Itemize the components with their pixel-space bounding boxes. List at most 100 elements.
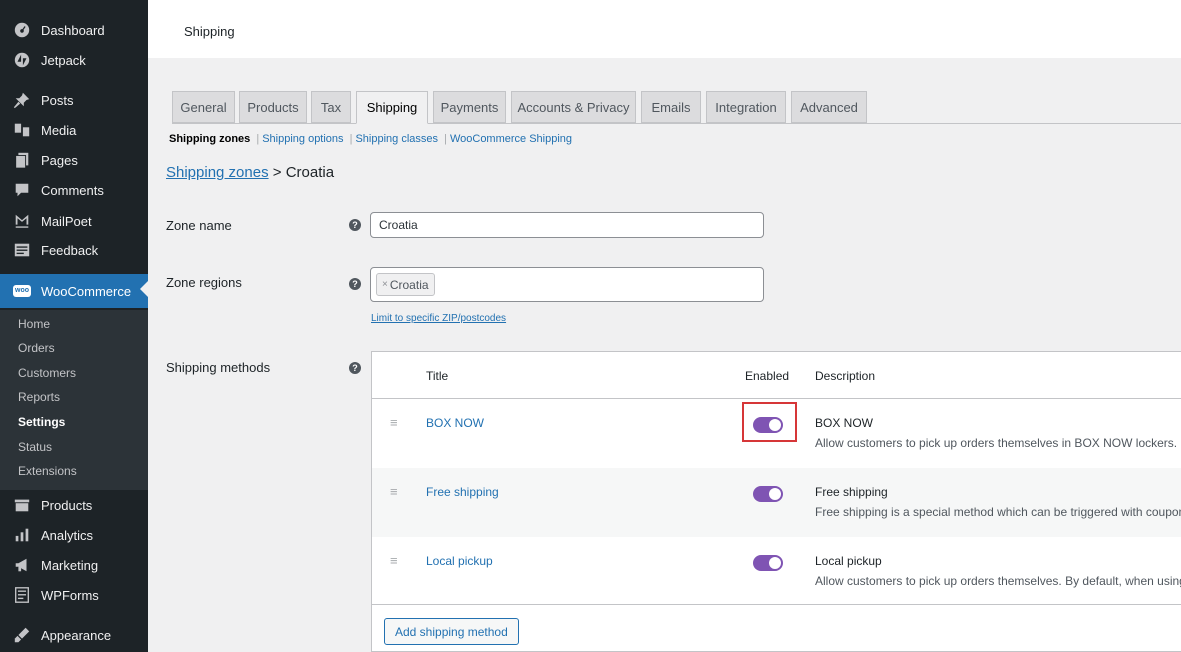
sidebar-item-products[interactable]: Products xyxy=(0,490,148,520)
drag-handle-icon[interactable]: ≡ xyxy=(390,484,402,499)
limit-postcodes-link[interactable]: Limit to specific ZIP/postcodes xyxy=(371,313,506,324)
tab-accounts-privacy[interactable]: Accounts & Privacy xyxy=(511,91,636,123)
page-title: Shipping xyxy=(184,24,235,39)
method-description-text: Free shipping is a special method which … xyxy=(815,505,1181,519)
tab-advanced[interactable]: Advanced xyxy=(791,91,867,123)
sidebar-item-label: Products xyxy=(41,497,93,513)
shipping-subnav: Shipping zones | Shipping options | Shippi… xyxy=(169,133,572,145)
admin-sidebar: Dashboard Jetpack Posts Media Pages Comm… xyxy=(0,0,148,652)
jetpack-icon xyxy=(11,51,33,69)
tab-tax[interactable]: Tax xyxy=(311,91,351,123)
method-title-link[interactable]: Free shipping xyxy=(426,485,499,499)
subnav-shipping-options[interactable]: Shipping options xyxy=(262,133,343,145)
woocommerce-icon-text: woo xyxy=(13,285,31,297)
media-icon xyxy=(11,121,33,139)
sidebar-item-label: MailPoet xyxy=(41,213,92,229)
sidebar-item-label: Jetpack xyxy=(41,52,86,68)
sidebar-item-label: Media xyxy=(41,122,77,138)
tab-products[interactable]: Products xyxy=(239,91,307,123)
submenu-item-orders[interactable]: Orders xyxy=(18,341,55,355)
column-header-description: Description xyxy=(815,369,876,383)
column-header-title: Title xyxy=(426,369,449,383)
breadcrumb-current: Croatia xyxy=(285,164,335,181)
submenu-item-home[interactable]: Home xyxy=(18,317,50,331)
subnav-woocommerce-shipping[interactable]: WooCommerce Shipping xyxy=(450,133,572,145)
method-title-link[interactable]: Local pickup xyxy=(426,554,493,568)
products-icon xyxy=(11,496,33,514)
submenu-item-reports[interactable]: Reports xyxy=(18,390,60,404)
submenu-item-settings[interactable]: Settings xyxy=(18,415,65,429)
submenu-item-customers[interactable]: Customers xyxy=(18,366,76,380)
help-icon[interactable]: ? xyxy=(349,219,361,231)
mailpoet-icon xyxy=(11,212,33,230)
remove-icon[interactable]: × xyxy=(382,279,388,290)
help-icon[interactable]: ? xyxy=(349,362,361,374)
method-description-text: Allow customers to pick up orders themse… xyxy=(815,574,1181,588)
sidebar-item-feedback[interactable]: Feedback xyxy=(0,235,148,265)
sidebar-item-appearance[interactable]: Appearance xyxy=(0,620,148,650)
subnav-separator: | xyxy=(349,133,353,145)
sidebar-item-analytics[interactable]: Analytics xyxy=(0,520,148,550)
tab-shipping[interactable]: Shipping xyxy=(356,91,428,124)
wpforms-icon xyxy=(11,586,33,604)
zone-regions-select[interactable]: × Croatia xyxy=(370,267,764,302)
method-description-text: Allow customers to pick up orders themse… xyxy=(815,436,1178,450)
column-header-enabled: Enabled xyxy=(745,369,790,383)
sidebar-item-label: Posts xyxy=(41,92,74,108)
method-description-title: BOX NOW xyxy=(815,416,874,430)
zone-name-input[interactable] xyxy=(370,212,764,238)
sidebar-item-label: Dashboard xyxy=(41,22,105,38)
sidebar-item-media[interactable]: Media xyxy=(0,115,148,145)
zone-name-label: Zone name xyxy=(166,218,232,233)
sidebar-item-wpforms[interactable]: WPForms xyxy=(0,580,148,610)
enabled-toggle[interactable] xyxy=(753,555,783,571)
breadcrumb-shipping-zones-link[interactable]: Shipping zones xyxy=(166,164,269,181)
sidebar-item-label: WooCommerce xyxy=(41,283,132,299)
sidebar-item-mailpoet[interactable]: MailPoet xyxy=(0,206,148,236)
table-row: ≡ Local pickup Local pickup Allow custom… xyxy=(372,537,1181,606)
subnav-separator: | xyxy=(444,133,447,145)
sidebar-item-label: Appearance xyxy=(41,627,112,643)
shipping-methods-table: Title Enabled Description ≡ BOX NOW BOX … xyxy=(371,351,1181,652)
footer-divider xyxy=(372,604,1181,605)
dashboard-icon xyxy=(11,21,33,39)
method-description-title: Local pickup xyxy=(815,554,882,568)
settings-tabs: General Products Tax Shipping Payments A… xyxy=(172,91,1181,124)
enabled-toggle[interactable] xyxy=(753,486,783,502)
tab-integration[interactable]: Integration xyxy=(706,91,786,123)
breadcrumb-separator: > xyxy=(272,164,282,181)
region-chip-label: Croatia xyxy=(389,277,429,292)
sidebar-item-label: Comments xyxy=(41,182,104,198)
analytics-icon xyxy=(11,526,33,544)
drag-handle-icon[interactable]: ≡ xyxy=(390,553,402,568)
help-icon[interactable]: ? xyxy=(349,278,361,290)
sidebar-item-dashboard[interactable]: Dashboard xyxy=(0,15,148,45)
subnav-shipping-classes[interactable]: Shipping classes xyxy=(355,133,438,145)
subnav-separator: | xyxy=(256,133,260,145)
add-shipping-method-button[interactable]: Add shipping method xyxy=(384,618,519,645)
zone-regions-label: Zone regions xyxy=(166,275,242,290)
shipping-methods-label: Shipping methods xyxy=(166,360,271,375)
sidebar-item-label: WPForms xyxy=(41,587,99,603)
page-header: Shipping xyxy=(148,0,1181,58)
sidebar-item-label: Feedback xyxy=(41,242,99,258)
submenu-item-extensions[interactable]: Extensions xyxy=(18,464,77,478)
sidebar-item-marketing[interactable]: Marketing xyxy=(0,550,148,580)
subnav-shipping-zones[interactable]: Shipping zones xyxy=(169,133,250,145)
marketing-icon xyxy=(11,556,33,574)
method-title-link[interactable]: BOX NOW xyxy=(426,416,484,430)
sidebar-item-jetpack[interactable]: Jetpack xyxy=(0,45,148,75)
submenu-item-status[interactable]: Status xyxy=(18,440,52,454)
tab-emails[interactable]: Emails xyxy=(641,91,701,123)
highlight-box xyxy=(742,402,797,442)
drag-handle-icon[interactable]: ≡ xyxy=(390,415,402,430)
tab-payments[interactable]: Payments xyxy=(433,91,506,123)
sidebar-item-comments[interactable]: Comments xyxy=(0,175,148,205)
sidebar-item-pages[interactable]: Pages xyxy=(0,145,148,175)
sidebar-item-posts[interactable]: Posts xyxy=(0,85,148,115)
pages-icon xyxy=(11,151,33,169)
sidebar-item-woocommerce[interactable]: woo WooCommerce xyxy=(0,274,148,308)
woocommerce-icon: woo xyxy=(11,282,33,300)
sidebar-item-label: Analytics xyxy=(41,527,94,543)
tab-general[interactable]: General xyxy=(172,91,235,123)
